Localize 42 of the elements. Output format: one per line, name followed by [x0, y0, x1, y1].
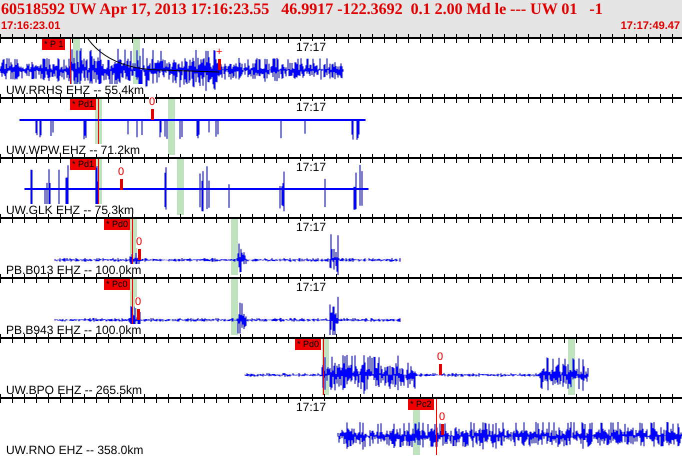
- start-time: 17:16:23.01: [1, 19, 60, 33]
- station-label: UW.GLK EHZ -- 75.3km: [6, 204, 134, 217]
- window-band: [231, 219, 238, 275]
- time-label: 17:17: [296, 401, 326, 414]
- time-label: 17:17: [296, 221, 326, 234]
- amplitude-label: 0: [437, 352, 444, 363]
- amplitude-marker: [120, 179, 123, 190]
- station-label: PB.B013 EHZ -- 100.0km: [6, 264, 142, 277]
- amplitude-marker: [151, 109, 154, 120]
- amplitude-marker: [439, 364, 442, 375]
- time-label: 17:17: [296, 101, 326, 114]
- end-time: 17:17:49.47: [620, 19, 680, 33]
- station-label: UW.RNO EHZ -- 358.0km: [6, 444, 144, 457]
- phase-pick-label[interactable]: * P 1: [42, 39, 66, 50]
- amplitude-label: 0: [135, 297, 142, 308]
- amplitude-label: 0: [118, 167, 124, 178]
- amplitude-marker: [137, 309, 140, 320]
- amplitude-label: 0: [149, 97, 156, 108]
- window-band: [168, 99, 175, 155]
- phase-pick-label[interactable]: * Pd1: [70, 159, 96, 170]
- station-label: UW.BPO EHZ -- 265.5km: [6, 384, 142, 397]
- amplitude-label: 0: [439, 412, 446, 423]
- time-label: 17:17: [296, 281, 326, 294]
- phase-pick-label[interactable]: * Pd0: [295, 339, 322, 350]
- amplitude-label: 0: [136, 237, 142, 248]
- time-label: 17:17: [296, 161, 326, 174]
- pick-line: [436, 399, 437, 455]
- pick-line: [323, 339, 324, 395]
- station-label: UW.RRHS EHZ -- 55.4km: [6, 84, 144, 97]
- amplitude-marker: [138, 249, 141, 260]
- amplitude-marker: [441, 424, 444, 435]
- event-summary: 60518592 UW Apr 17, 2013 17:16:23.55 46.9917 -122.3692 0.1 2.00 Md le --- UW 01 -1: [0, 0, 604, 19]
- phase-pick-label[interactable]: * Pc2: [408, 399, 434, 410]
- phase-pick-label[interactable]: * Pd0: [104, 219, 130, 230]
- phase-pick-label[interactable]: * Pd1: [70, 99, 96, 110]
- amplitude-marker: [218, 59, 221, 70]
- station-label: PB.B943 EHZ -- 100.0km: [6, 324, 142, 337]
- window-band: [177, 159, 184, 215]
- phase-pick-label[interactable]: * Pc0: [104, 279, 130, 290]
- station-label: UW.WPW.EHZ -- 71.2km: [6, 144, 140, 157]
- time-label: 17:17: [296, 41, 326, 54]
- window-band: [231, 279, 238, 335]
